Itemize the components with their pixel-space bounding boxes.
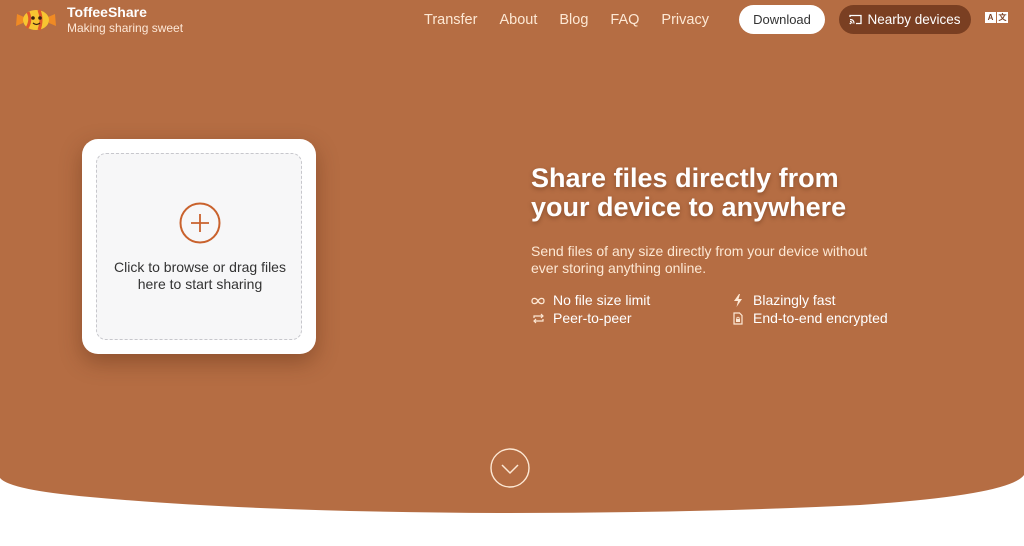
translate-icon[interactable]: A 文 [985,12,1008,23]
main-nav: Transfer About Blog FAQ Privacy [424,11,731,29]
cast-icon [849,14,863,25]
bolt-icon [731,294,745,308]
upload-card: Click to browse or drag files here to st… [82,139,316,354]
plus-circle-icon[interactable] [179,202,221,244]
feature-item: End-to-end encrypted [731,310,888,327]
brand-name: ToffeeShare [67,4,147,20]
nav-transfer[interactable]: Transfer [424,11,477,29]
swap-arrows-icon [531,312,545,326]
headline-line2: your device to anywhere [531,192,847,222]
nearby-devices-button[interactable]: Nearby devices [839,5,971,34]
feature-item: Blazingly fast [731,292,835,309]
page-title: Share files directly from your device to… [531,164,911,222]
nav-faq[interactable]: FAQ [610,11,639,29]
top-navbar: ToffeeShare Making sharing sweet Transfe… [0,0,1024,40]
candy-logo-icon[interactable] [14,6,58,34]
feature-label: Peer-to-peer [553,310,632,326]
feature-label: End-to-end encrypted [753,310,888,326]
file-dropzone[interactable]: Click to browse or drag files here to st… [96,153,302,340]
infinity-icon [531,294,545,308]
feature-item: Peer-to-peer [531,310,632,327]
dropzone-text-line2: here to start sharing [137,276,263,292]
translate-glyph-latin: A [985,12,996,23]
hero-description: Send files of any size directly from you… [531,243,891,277]
download-label: Download [753,12,811,27]
dropzone-instructions: Click to browse or drag files here to st… [97,259,303,293]
lock-file-icon [731,312,745,326]
translate-glyph-cjk: 文 [997,12,1008,23]
nav-privacy[interactable]: Privacy [661,11,709,29]
dropzone-text-line1: Click to browse or drag files [114,259,286,275]
brand-tagline: Making sharing sweet [67,21,184,35]
description-line2: ever storing anything online. [531,260,707,276]
nearby-devices-label: Nearby devices [867,12,961,27]
brand[interactable]: ToffeeShare Making sharing sweet [67,4,183,35]
nav-blog[interactable]: Blog [559,11,588,29]
hero-section: ToffeeShare Making sharing sweet Transfe… [0,0,1024,546]
headline-line1: Share files directly from [531,163,839,193]
feature-label: Blazingly fast [753,292,836,308]
feature-item: No file size limit [531,292,650,309]
feature-label: No file size limit [553,292,651,308]
chevron-down-circle-icon[interactable] [490,448,530,488]
description-line1: Send files of any size directly from you… [531,243,868,259]
nav-about[interactable]: About [499,11,537,29]
download-button[interactable]: Download [739,5,825,34]
